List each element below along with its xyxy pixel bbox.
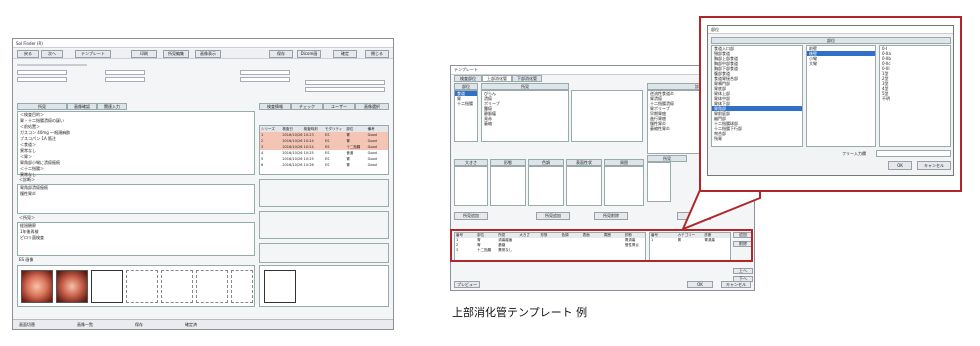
dialog-type-list-items: 0-I 0-IIa 0-IIb 0-IIc 0-III 1型 2型 3型 4型 5型 不明 [880, 46, 950, 101]
dialog-wall-list-items: 前壁 後壁 小彎 大彎 [807, 46, 875, 66]
dialog-type-item[interactable]: 不明 [880, 96, 950, 101]
dialog-part-list[interactable]: 食道入口部 頸部食道 胸部上部食道 胸部中部食道 胸部下部食道 腹部食道 食道胃接合部 胃噴門… [711, 45, 803, 147]
free-input-label: フリー入力欄 [842, 151, 866, 156]
dialog-part-item[interactable]: 残胃 [712, 136, 802, 141]
caption: 上部消化管テンプレート 例 [452, 306, 588, 319]
dialog-title: 部位 [708, 26, 953, 34]
dialog-ok-button[interactable]: OK [888, 161, 912, 170]
part-dialog: 部位 部位 食道入口部 頸部食道 胸部上部食道 胸部中部食道 胸部下部食道 腹部食道 食道胃… [707, 25, 954, 176]
dialog-part-list-items: 食道入口部 頸部食道 胸部上部食道 胸部中部食道 胸部下部食道 腹部食道 食道胃接合部 胃噴門… [712, 46, 802, 141]
dialog-header: 部位 [711, 37, 951, 44]
dialog-cancel-button[interactable]: キャンセル [917, 161, 951, 170]
dialog-wall-list[interactable]: 前壁 後壁 小彎 大彎 [806, 45, 876, 147]
dialog-wall-item[interactable]: 大彎 [807, 61, 875, 66]
free-input-field[interactable] [876, 150, 951, 157]
dialog-type-list[interactable]: 0-I 0-IIa 0-IIb 0-IIc 0-III 1型 2型 3型 4型 5型 不明 [879, 45, 951, 147]
